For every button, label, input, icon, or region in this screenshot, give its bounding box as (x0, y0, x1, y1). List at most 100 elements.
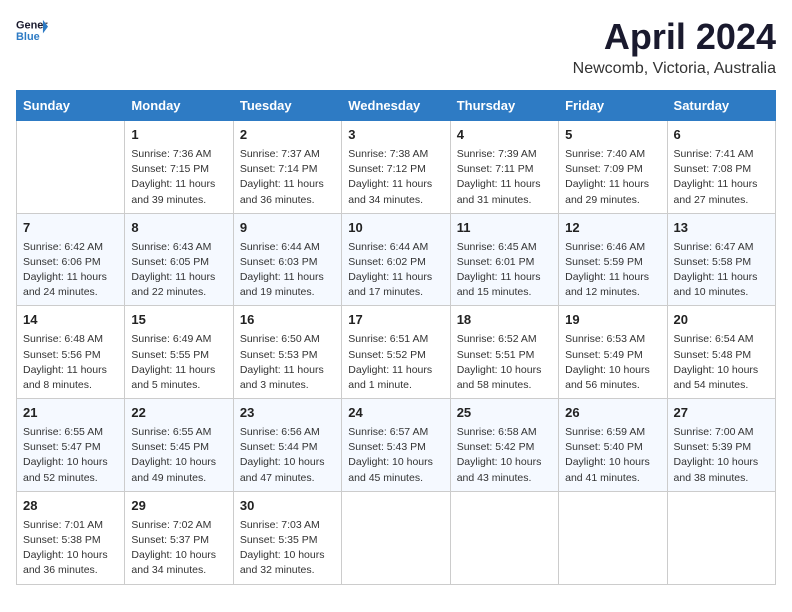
day-number: 16 (240, 311, 335, 330)
cell-content: Sunrise: 6:55 AM Sunset: 5:45 PM Dayligh… (131, 425, 226, 486)
calendar-cell: 20 Sunrise: 6:54 AM Sunset: 5:48 PM Dayli… (667, 306, 775, 399)
calendar-header-row: SundayMondayTuesdayWednesdayThursdayFrid… (17, 91, 776, 121)
day-number: 28 (23, 497, 118, 516)
calendar-cell: 5 Sunrise: 7:40 AM Sunset: 7:09 PM Daylig… (559, 121, 667, 214)
cell-content: Sunrise: 7:40 AM Sunset: 7:09 PM Dayligh… (565, 147, 660, 208)
cell-content: Sunrise: 6:53 AM Sunset: 5:49 PM Dayligh… (565, 332, 660, 393)
cell-content: Sunrise: 7:41 AM Sunset: 7:08 PM Dayligh… (674, 147, 769, 208)
cell-content: Sunrise: 6:52 AM Sunset: 5:51 PM Dayligh… (457, 332, 552, 393)
cell-content: Sunrise: 6:56 AM Sunset: 5:44 PM Dayligh… (240, 425, 335, 486)
day-number: 3 (348, 126, 443, 145)
calendar-cell: 21Sunrise: 6:55 AM Sunset: 5:47 PM Dayli… (17, 399, 125, 492)
calendar-cell: 3 Sunrise: 7:38 AM Sunset: 7:12 PM Daylig… (342, 121, 450, 214)
calendar-cell: 4Sunrise: 7:39 AM Sunset: 7:11 PM Daylig… (450, 121, 558, 214)
weekday-header-wednesday: Wednesday (342, 91, 450, 121)
weekday-header-thursday: Thursday (450, 91, 558, 121)
calendar-week-row: 7 Sunrise: 6:42 AM Sunset: 6:06 PM Daylig… (17, 213, 776, 306)
cell-content: Sunrise: 6:58 AM Sunset: 5:42 PM Dayligh… (457, 425, 552, 486)
cell-content: Sunrise: 7:00 AM Sunset: 5:39 PM Dayligh… (674, 425, 769, 486)
calendar-cell: 22 Sunrise: 6:55 AM Sunset: 5:45 PM Dayli… (125, 399, 233, 492)
calendar-cell: 7 Sunrise: 6:42 AM Sunset: 6:06 PM Daylig… (17, 213, 125, 306)
weekday-header-monday: Monday (125, 91, 233, 121)
calendar-cell (450, 491, 558, 584)
cell-content: Sunrise: 7:37 AM Sunset: 7:14 PM Dayligh… (240, 147, 335, 208)
cell-content: Sunrise: 6:45 AM Sunset: 6:01 PM Dayligh… (457, 240, 552, 301)
calendar-cell: 24 Sunrise: 6:57 AM Sunset: 5:43 PM Dayli… (342, 399, 450, 492)
calendar-cell: 26 Sunrise: 6:59 AM Sunset: 5:40 PM Dayli… (559, 399, 667, 492)
day-number: 6 (674, 126, 769, 145)
month-title: April 2024 (573, 16, 776, 58)
logo: General Blue (16, 16, 48, 44)
calendar-cell: 10Sunrise: 6:44 AM Sunset: 6:02 PM Dayli… (342, 213, 450, 306)
day-number: 8 (131, 219, 226, 238)
cell-content: Sunrise: 6:49 AM Sunset: 5:55 PM Dayligh… (131, 332, 226, 393)
day-number: 4 (457, 126, 552, 145)
cell-content: Sunrise: 6:54 AM Sunset: 5:48 PM Dayligh… (674, 332, 769, 393)
location-title: Newcomb, Victoria, Australia (573, 60, 776, 78)
cell-content: Sunrise: 6:55 AM Sunset: 5:47 PM Dayligh… (23, 425, 118, 486)
calendar-cell: 27 Sunrise: 7:00 AM Sunset: 5:39 PM Dayli… (667, 399, 775, 492)
calendar-cell (342, 491, 450, 584)
day-number: 23 (240, 404, 335, 423)
cell-content: Sunrise: 7:01 AM Sunset: 5:38 PM Dayligh… (23, 518, 118, 579)
day-number: 27 (674, 404, 769, 423)
weekday-header-saturday: Saturday (667, 91, 775, 121)
calendar-cell (559, 491, 667, 584)
cell-content: Sunrise: 6:44 AM Sunset: 6:03 PM Dayligh… (240, 240, 335, 301)
calendar-cell: 14 Sunrise: 6:48 AM Sunset: 5:56 PM Dayli… (17, 306, 125, 399)
day-number: 15 (131, 311, 226, 330)
title-section: April 2024 Newcomb, Victoria, Australia (573, 16, 776, 78)
day-number: 24 (348, 404, 443, 423)
calendar-table: SundayMondayTuesdayWednesdayThursdayFrid… (16, 90, 776, 585)
calendar-cell (667, 491, 775, 584)
weekday-header-friday: Friday (559, 91, 667, 121)
calendar-cell: 15 Sunrise: 6:49 AM Sunset: 5:55 PM Dayli… (125, 306, 233, 399)
cell-content: Sunrise: 6:50 AM Sunset: 5:53 PM Dayligh… (240, 332, 335, 393)
cell-content: Sunrise: 6:59 AM Sunset: 5:40 PM Dayligh… (565, 425, 660, 486)
day-number: 25 (457, 404, 552, 423)
calendar-cell: 16 Sunrise: 6:50 AM Sunset: 5:53 PM Dayli… (233, 306, 341, 399)
cell-content: Sunrise: 6:51 AM Sunset: 5:52 PM Dayligh… (348, 332, 443, 393)
day-number: 30 (240, 497, 335, 516)
day-number: 5 (565, 126, 660, 145)
calendar-cell: 8 Sunrise: 6:43 AM Sunset: 6:05 PM Daylig… (125, 213, 233, 306)
cell-content: Sunrise: 6:46 AM Sunset: 5:59 PM Dayligh… (565, 240, 660, 301)
calendar-cell: 6 Sunrise: 7:41 AM Sunset: 7:08 PM Daylig… (667, 121, 775, 214)
day-number: 22 (131, 404, 226, 423)
day-number: 7 (23, 219, 118, 238)
calendar-cell: 11 Sunrise: 6:45 AM Sunset: 6:01 PM Dayli… (450, 213, 558, 306)
weekday-header-sunday: Sunday (17, 91, 125, 121)
day-number: 1 (131, 126, 226, 145)
calendar-cell: 30 Sunrise: 7:03 AM Sunset: 5:35 PM Dayli… (233, 491, 341, 584)
logo-icon: General Blue (16, 16, 48, 44)
cell-content: Sunrise: 6:48 AM Sunset: 5:56 PM Dayligh… (23, 332, 118, 393)
calendar-cell: 28 Sunrise: 7:01 AM Sunset: 5:38 PM Dayli… (17, 491, 125, 584)
calendar-week-row: 1Sunrise: 7:36 AM Sunset: 7:15 PM Daylig… (17, 121, 776, 214)
day-number: 29 (131, 497, 226, 516)
calendar-cell: 29 Sunrise: 7:02 AM Sunset: 5:37 PM Dayli… (125, 491, 233, 584)
cell-content: Sunrise: 6:43 AM Sunset: 6:05 PM Dayligh… (131, 240, 226, 301)
calendar-cell: 17 Sunrise: 6:51 AM Sunset: 5:52 PM Dayli… (342, 306, 450, 399)
calendar-cell (17, 121, 125, 214)
cell-content: Sunrise: 7:38 AM Sunset: 7:12 PM Dayligh… (348, 147, 443, 208)
day-number: 19 (565, 311, 660, 330)
cell-content: Sunrise: 6:42 AM Sunset: 6:06 PM Dayligh… (23, 240, 118, 301)
day-number: 14 (23, 311, 118, 330)
day-number: 2 (240, 126, 335, 145)
day-number: 26 (565, 404, 660, 423)
day-number: 17 (348, 311, 443, 330)
day-number: 11 (457, 219, 552, 238)
cell-content: Sunrise: 6:44 AM Sunset: 6:02 PM Dayligh… (348, 240, 443, 301)
day-number: 13 (674, 219, 769, 238)
calendar-cell: 13Sunrise: 6:47 AM Sunset: 5:58 PM Dayli… (667, 213, 775, 306)
calendar-cell: 25 Sunrise: 6:58 AM Sunset: 5:42 PM Dayli… (450, 399, 558, 492)
cell-content: Sunrise: 6:57 AM Sunset: 5:43 PM Dayligh… (348, 425, 443, 486)
page-header: General Blue April 2024 Newcomb, Victori… (16, 16, 776, 78)
calendar-cell: 12Sunrise: 6:46 AM Sunset: 5:59 PM Dayli… (559, 213, 667, 306)
weekday-header-tuesday: Tuesday (233, 91, 341, 121)
cell-content: Sunrise: 7:02 AM Sunset: 5:37 PM Dayligh… (131, 518, 226, 579)
day-number: 20 (674, 311, 769, 330)
calendar-cell: 18 Sunrise: 6:52 AM Sunset: 5:51 PM Dayli… (450, 306, 558, 399)
cell-content: Sunrise: 7:03 AM Sunset: 5:35 PM Dayligh… (240, 518, 335, 579)
day-number: 18 (457, 311, 552, 330)
